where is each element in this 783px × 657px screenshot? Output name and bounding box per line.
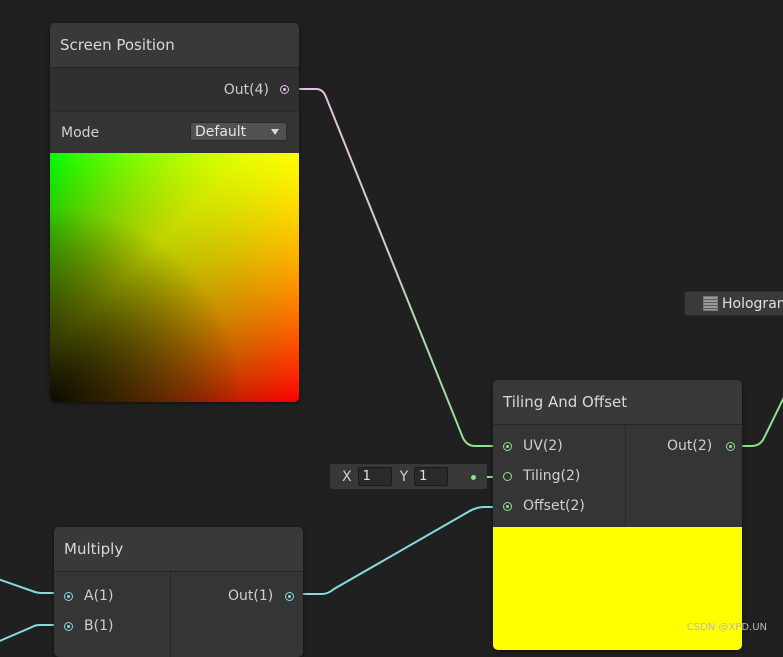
hologram-label: Hologram [722,295,783,312]
input-label-b: B(1) [84,618,114,634]
input-port-a[interactable] [64,591,73,601]
input-port-tiling[interactable] [503,471,512,481]
output-port-label: Out(2) [667,438,713,454]
input-label-offset: Offset(2) [523,498,585,514]
input-port-offset[interactable] [503,501,512,511]
chevron-down-icon [271,129,279,135]
input-label-uv: UV(2) [523,438,563,454]
hologram-property[interactable]: Hologram [684,291,783,316]
input-label-a: A(1) [84,588,114,604]
output-port-label: Out(1) [228,588,274,604]
output-row: Out(4) [50,68,299,111]
input-row-a: A(1) [64,588,113,604]
wire-multiply-to-offset [291,506,506,595]
input-row-b: B(1) [64,618,113,634]
port-divider [170,572,171,657]
watermark: CSDN @XPD.UN [686,622,767,633]
input-row-uv: UV(2) [503,438,563,454]
screen-position-node[interactable]: Screen Position Out(4) Mode Default [50,23,299,402]
x-label: X [342,468,352,485]
mode-row: Mode Default [50,111,299,155]
property-icon [703,296,718,311]
y-value-input[interactable]: 1 [414,467,449,486]
node-title[interactable]: Tiling And Offset [493,380,742,425]
y-label: Y [399,468,409,485]
output-port[interactable] [280,85,289,94]
tiling-vector-field: X 1 Y 1 [330,464,487,489]
preview-image [50,153,299,402]
output-row: Out(1) [228,588,295,604]
input-row-tiling: Tiling(2) [503,468,580,484]
output-port[interactable] [285,591,295,601]
mode-dropdown[interactable]: Default [190,122,287,141]
input-port-b[interactable] [64,621,73,631]
wire-screenpos-to-uv [290,88,506,447]
mode-dropdown-value: Default [195,123,247,140]
node-title[interactable]: Screen Position [50,23,299,68]
vector-field-connector [471,475,476,480]
mode-label: Mode [61,125,100,141]
output-row: Out(2) [667,438,736,454]
input-label-tiling: Tiling(2) [523,468,581,484]
output-port-label: Out(4) [223,81,269,98]
output-port[interactable] [726,441,736,451]
port-divider [625,425,626,527]
input-port-uv[interactable] [503,441,512,451]
tiling-and-offset-node[interactable]: Tiling And Offset UV(2) Tiling(2) Offset… [493,380,742,650]
multiply-node[interactable]: Multiply A(1) B(1) Out(1) [54,527,303,657]
node-title[interactable]: Multiply [54,527,303,572]
x-value-input[interactable]: 1 [357,467,392,486]
input-row-offset: Offset(2) [503,498,585,514]
